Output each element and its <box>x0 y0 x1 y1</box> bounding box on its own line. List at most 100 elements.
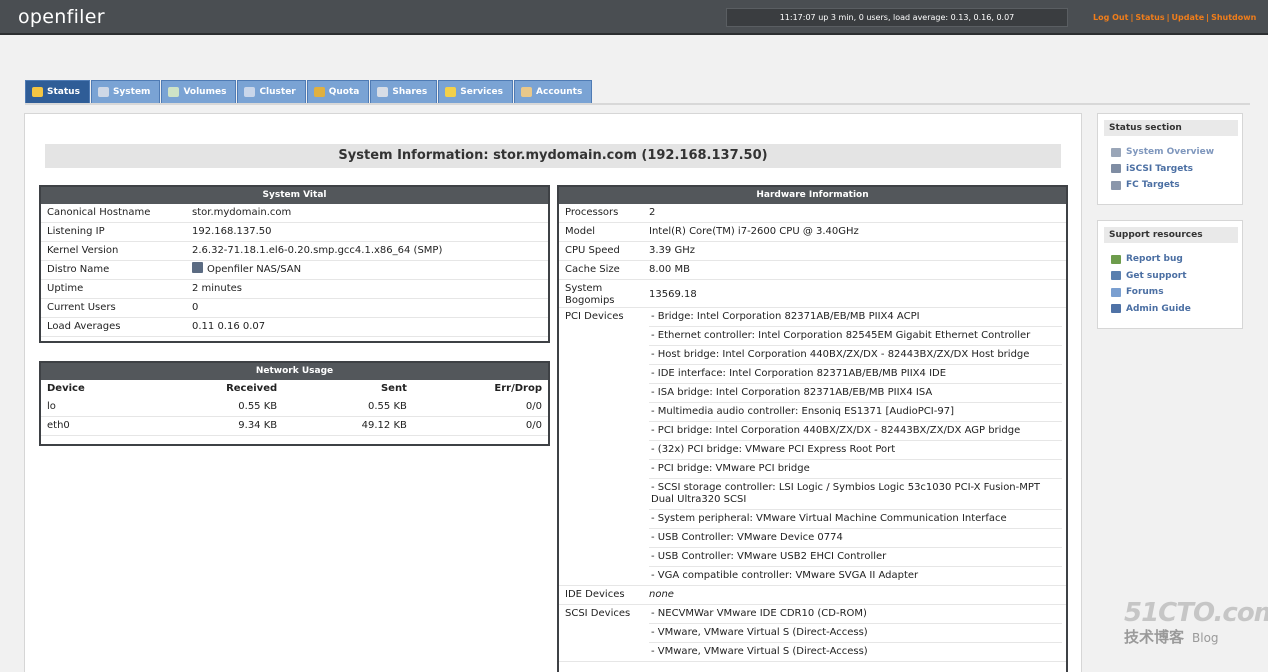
vital-label: Uptime <box>41 279 186 299</box>
tab-cluster[interactable]: Cluster <box>237 80 306 103</box>
guide-icon <box>1111 304 1121 314</box>
vital-label: Kernel Version <box>41 241 186 261</box>
table-header-row: Device Received Sent Err/Drop <box>41 380 548 398</box>
quota-icon <box>313 87 325 97</box>
sidebar-item-forums[interactable]: Forums <box>1098 284 1242 301</box>
network-usage-title: Network Usage <box>41 363 548 380</box>
shutdown-link[interactable]: Shutdown <box>1211 13 1256 22</box>
tab-label: Volumes <box>183 87 227 97</box>
list-item: - USB Controller: VMware Device 0774 <box>649 529 1062 548</box>
table-row: Processors 2 <box>559 204 1066 223</box>
vital-value-text: 2 minutes <box>192 283 243 294</box>
logout-link[interactable]: Log Out <box>1093 13 1128 22</box>
table-row: Uptime 2 minutes <box>41 279 548 299</box>
vital-value: 2 minutes <box>186 279 548 299</box>
vital-value-text: 2.6.32-71.18.1.el6-0.20.smp.gcc4.1.x86_6… <box>192 245 443 256</box>
table-row: lo 0.55 KB 0.55 KB 0/0 <box>41 398 548 417</box>
table-row: CPU Speed 3.39 GHz <box>559 241 1066 261</box>
system-vital-title: System Vital <box>41 187 548 204</box>
list-item: - ISA bridge: Intel Corporation 82371AB/… <box>649 384 1062 403</box>
top-links: Log Out | Status | Update | Shutdown <box>1093 13 1257 22</box>
overview-icon <box>1111 147 1121 157</box>
table-row: Distro Name Openfiler NAS/SAN <box>41 260 548 280</box>
tab-label: Shares <box>392 87 428 97</box>
table-row: PCI Devices - Bridge: Intel Corporation 8… <box>559 307 1066 586</box>
watermark-blog: Blog <box>1192 631 1219 645</box>
processors-label: Processors <box>559 204 647 223</box>
vital-value-text: stor.mydomain.com <box>192 207 292 218</box>
shares-icon <box>377 87 389 97</box>
sidebar-item-label: iSCSI Targets <box>1126 163 1193 174</box>
vital-label: Load Averages <box>41 317 186 337</box>
watermark-caption: 技术博客 Blog <box>1124 626 1268 647</box>
list-item: - VGA compatible controller: VMware SVGA… <box>651 570 919 581</box>
vital-value: 0 <box>186 298 548 318</box>
list-item: - PCI bridge: VMware PCI bridge <box>649 460 1062 479</box>
support-icon <box>1111 271 1121 281</box>
watermark-logo: 51CTO.com <box>1124 598 1268 628</box>
sidebar-item-iscsi-targets[interactable]: iSCSI Targets <box>1098 161 1242 178</box>
table-cell: 0/0 <box>412 398 548 417</box>
volumes-icon <box>168 87 180 97</box>
vital-value: stor.mydomain.com <box>186 204 548 223</box>
vital-value-text: 0.11 0.16 0.07 <box>192 321 266 332</box>
tab-label: Services <box>460 87 504 97</box>
sidebar-item-report-bug[interactable]: Report bug <box>1098 251 1242 268</box>
tab-label: Quota <box>328 87 360 97</box>
sidebar-item-fc-targets[interactable]: FC Targets <box>1098 177 1242 194</box>
vital-value-text: Openfiler NAS/SAN <box>207 264 302 275</box>
sidebar-item-label: Get support <box>1126 270 1187 281</box>
ide-devices-label: IDE Devices <box>559 585 647 605</box>
status-icon <box>32 87 43 97</box>
tab-divider <box>25 103 1250 105</box>
hardware-table: Processors 2 Model Intel(R) Core(TM) i7-26… <box>559 204 1066 662</box>
table-row: Canonical Hostname stor.mydomain.com <box>41 204 548 223</box>
support-resources-title: Support resources <box>1104 227 1238 243</box>
list-item: - Host bridge: Intel Corporation 440BX/Z… <box>649 346 1062 365</box>
sidebar-item-label: Forums <box>1126 287 1164 298</box>
vital-value: Openfiler NAS/SAN <box>186 260 548 280</box>
list-item: - System peripheral: VMware Virtual Mach… <box>649 510 1062 529</box>
vital-label: Distro Name <box>41 260 186 280</box>
system-icon <box>97 87 109 97</box>
sidebar-item-admin-guide[interactable]: Admin Guide <box>1098 301 1242 318</box>
vital-label: Current Users <box>41 298 186 318</box>
tab-status[interactable]: Status <box>25 80 90 103</box>
tab-system[interactable]: System <box>90 80 161 103</box>
table-cell: 0.55 KB <box>283 398 413 417</box>
watermark-text: 技术博客 <box>1124 628 1185 646</box>
status-link[interactable]: Status <box>1135 13 1164 22</box>
processors-value: 2 <box>647 204 1066 223</box>
cpu-speed-label: CPU Speed <box>559 241 647 261</box>
table-row: Current Users 0 <box>41 298 548 318</box>
table-row: eth0 9.34 KB 49.12 KB 0/0 <box>41 416 548 436</box>
table-row: Load Averages 0.11 0.16 0.07 <box>41 317 548 337</box>
tab-quota[interactable]: Quota <box>306 80 370 103</box>
fc-targets-icon <box>1111 180 1121 190</box>
tab-volumes[interactable]: Volumes <box>161 80 237 103</box>
list-item: - Multimedia audio controller: Ensoniq E… <box>649 403 1062 422</box>
tab-label: Cluster <box>259 87 296 97</box>
list-item: - (32x) PCI bridge: VMware PCI Express R… <box>649 441 1062 460</box>
table-row: IDE Devices none <box>559 585 1066 605</box>
cache-size-label: Cache Size <box>559 260 647 280</box>
sidebar-item-get-support[interactable]: Get support <box>1098 268 1242 285</box>
list-item: - Ethernet controller: Intel Corporation… <box>649 327 1062 346</box>
table-row: Cache Size 8.00 MB <box>559 260 1066 280</box>
bogomips-value: 13569.18 <box>647 279 1066 308</box>
table-row: Model Intel(R) Core(TM) i7-2600 CPU @ 3.4… <box>559 222 1066 242</box>
vital-value: 2.6.32-71.18.1.el6-0.20.smp.gcc4.1.x86_6… <box>186 241 548 261</box>
tab-accounts[interactable]: Accounts <box>514 80 593 103</box>
table-cell: lo <box>41 398 141 417</box>
list-item: - USB Controller: VMware USB2 EHCI Contr… <box>649 548 1062 567</box>
sidebar-item-system-overview[interactable]: System Overview <box>1098 144 1242 161</box>
vital-value: 0.11 0.16 0.07 <box>186 317 548 337</box>
tab-shares[interactable]: Shares <box>370 80 438 103</box>
vital-value-text: 192.168.137.50 <box>192 226 272 237</box>
tab-services[interactable]: Services <box>438 80 514 103</box>
model-label: Model <box>559 222 647 242</box>
update-link[interactable]: Update <box>1172 13 1205 22</box>
tab-label: Accounts <box>536 87 583 97</box>
cluster-icon <box>244 87 256 97</box>
model-value: Intel(R) Core(TM) i7-2600 CPU @ 3.40GHz <box>647 222 1066 242</box>
